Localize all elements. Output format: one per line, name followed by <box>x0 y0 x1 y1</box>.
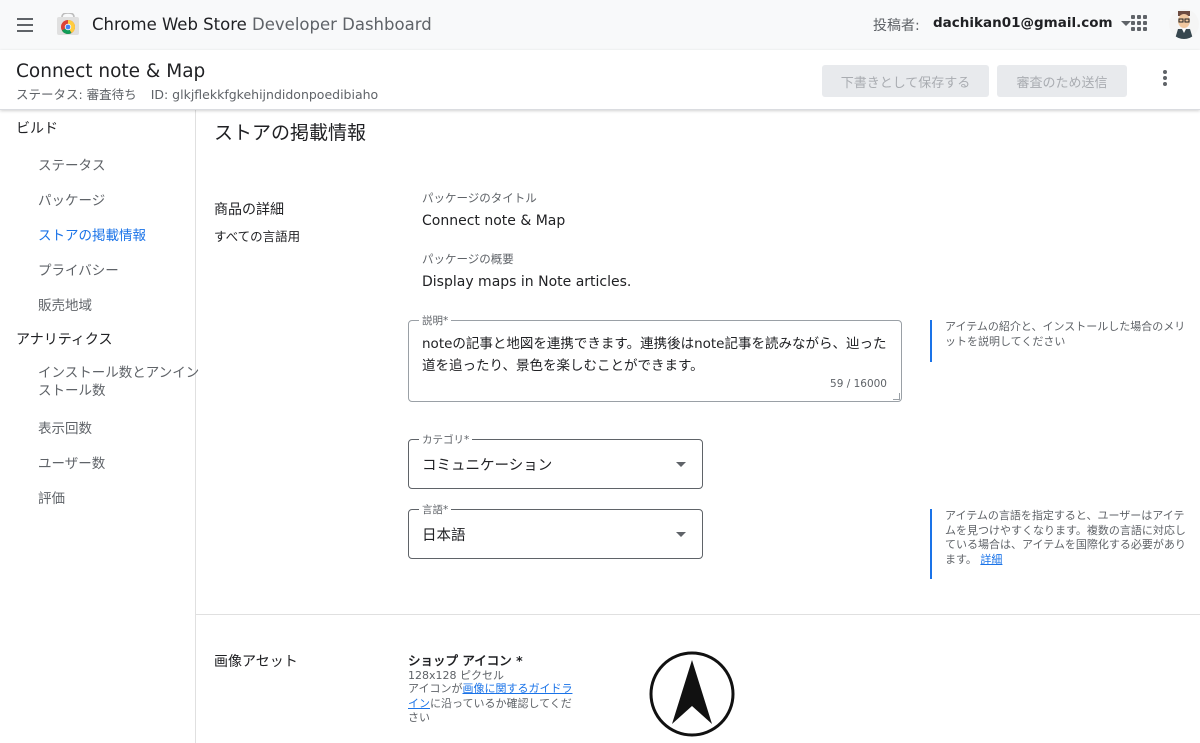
category-value: コミュニケーション <box>422 458 553 474</box>
sidebar-item-privacy[interactable]: プライバシー <box>38 259 119 279</box>
package-summary-value: Display maps in Note articles. <box>422 274 632 290</box>
description-help: アイテムの紹介と、インストールした場合のメリットを説明してください <box>930 320 1190 362</box>
product-details-subtitle: すべての言語用 <box>214 229 301 244</box>
image-assets-title: 画像アセット <box>214 654 298 670</box>
shop-icon-guide: アイコンが画像に関するガイドラインに沿っているか確認してください <box>408 682 576 726</box>
resize-handle-icon[interactable] <box>893 393 900 400</box>
sidebar-item-impressions[interactable]: 表示回数 <box>38 417 92 437</box>
product-details-title: 商品の詳細 <box>214 202 284 218</box>
description-label: 説明* <box>419 313 452 328</box>
item-meta: ステータス: 審査待ち ID: glkjflekkfgkehijndidonpoe… <box>16 84 378 103</box>
app-bar: Chrome Web Store Developer Dashboard 投稿者… <box>0 0 1200 50</box>
dropdown-arrow-icon <box>676 462 686 467</box>
description-counter: 59 / 16000 <box>830 378 887 390</box>
package-summary-label: パッケージの概要 <box>422 252 514 266</box>
save-draft-button[interactable]: 下書きとして保存する <box>822 65 989 97</box>
sidebar: ビルド ステータス パッケージ ストアの掲載情報 プライバシー 販売地域 アナリ… <box>0 110 199 743</box>
chrome-web-store-logo <box>57 13 79 35</box>
item-name: Connect note & Map <box>16 61 206 82</box>
description-textarea[interactable]: 説明* noteの記事と地図を連携できます。連携後はnote記事を読みながら、辿… <box>408 313 902 402</box>
submit-for-review-button[interactable]: 審査のため送信 <box>997 65 1127 97</box>
app-title-main: Chrome Web Store <box>92 15 247 34</box>
chevron-down-icon <box>1120 20 1131 26</box>
sidebar-item-ratings[interactable]: 評価 <box>38 487 65 507</box>
sidebar-item-installs[interactable]: インストール数とアンイン ストール数 <box>38 364 199 400</box>
dropdown-arrow-icon <box>676 532 686 537</box>
app-title-sub: Developer Dashboard <box>246 15 432 34</box>
sidebar-item-users[interactable]: ユーザー数 <box>38 452 105 472</box>
account-switcher[interactable]: dachikan01@gmail.com <box>933 15 1131 31</box>
sidebar-item-installs-line2: ストール数 <box>38 383 106 399</box>
section-divider <box>196 614 1200 615</box>
language-label: 言語* <box>419 502 452 517</box>
shop-icon-guide-suffix: に沿っているか確認してください <box>408 696 572 725</box>
language-help-link[interactable]: 詳細 <box>980 553 1002 566</box>
publisher-label: 投稿者: <box>873 18 920 34</box>
language-select[interactable]: 言語* 日本語 <box>408 502 703 559</box>
package-title-value: Connect note & Map <box>422 213 566 229</box>
page-title: ストアの掲載情報 <box>214 122 367 144</box>
category-select[interactable]: カテゴリ* コミュニケーション <box>408 432 703 489</box>
category-label: カテゴリ* <box>419 432 473 447</box>
item-id: ID: glkjflekkfgkehijndidonpoedibiaho <box>150 87 379 102</box>
sidebar-item-status[interactable]: ステータス <box>38 154 106 174</box>
compass-icon <box>649 651 735 737</box>
language-value: 日本語 <box>422 528 466 544</box>
description-help-text: アイテムの紹介と、インストールした場合のメリットを説明してください <box>945 320 1186 348</box>
avatar[interactable] <box>1169 9 1199 39</box>
apps-grid-icon[interactable] <box>1131 15 1147 31</box>
description-text: noteの記事と地図を連携できます。連携後はnote記事を読みながら、辿った道を… <box>422 336 887 374</box>
package-title-label: パッケージのタイトル <box>422 191 537 205</box>
item-status: ステータス: 審査待ち <box>16 87 137 102</box>
app-title: Chrome Web Store Developer Dashboard <box>92 15 432 34</box>
shop-icon-size: 128x128 ピクセル <box>408 669 504 682</box>
sidebar-item-installs-line1: インストール数とアンイン <box>38 365 200 381</box>
sidebar-item-store-listing[interactable]: ストアの掲載情報 <box>38 224 146 244</box>
shop-icon-guide-prefix: アイコンが <box>408 682 463 695</box>
sidebar-section-build: ビルド <box>16 121 58 137</box>
sidebar-item-package[interactable]: パッケージ <box>38 189 105 209</box>
language-help: アイテムの言語を指定すると、ユーザーはアイテムを見つけやすくなります。複数の言語… <box>930 509 1190 579</box>
account-email: dachikan01@gmail.com <box>933 15 1113 31</box>
item-header: Connect note & Map ステータス: 審査待ち ID: glkjfl… <box>0 50 1200 110</box>
more-vert-icon[interactable] <box>1158 70 1172 90</box>
menu-icon[interactable] <box>14 13 38 37</box>
sidebar-section-analytics: アナリティクス <box>16 332 113 348</box>
sidebar-item-distribution[interactable]: 販売地域 <box>38 294 92 314</box>
